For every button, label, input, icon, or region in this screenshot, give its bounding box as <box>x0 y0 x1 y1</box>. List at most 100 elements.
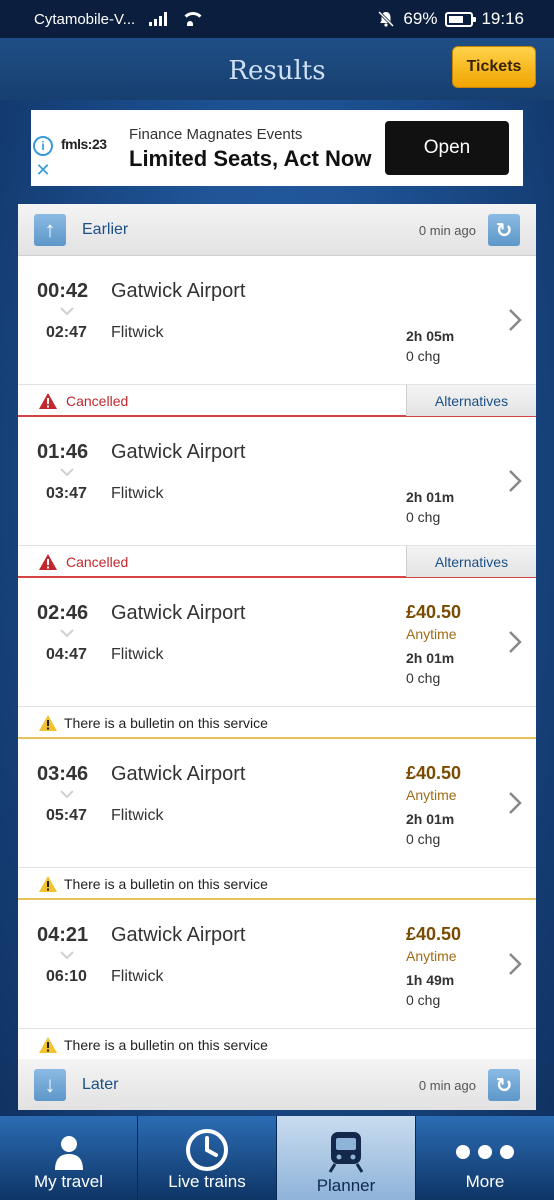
cancelled-status-row: Cancelled Alternatives <box>18 384 536 417</box>
bulletin-status-row[interactable]: There is a bulletin on this service <box>18 706 536 739</box>
later-updated: 0 min ago <box>418 1078 476 1093</box>
arrival-time: 03:47 <box>46 485 87 502</box>
journey-row[interactable]: 02:46 Gatwick Airport 04:47 Flitwick £40.50 A… <box>18 578 536 706</box>
arrow-up-icon[interactable]: ↑ <box>34 214 66 246</box>
cancelled-status-row: Cancelled Alternatives <box>18 545 536 578</box>
warning-icon <box>38 714 58 732</box>
app-header: Results Tickets <box>0 38 554 100</box>
tickets-button[interactable]: Tickets <box>452 46 536 88</box>
status-text: There is a bulletin on this service <box>64 1037 268 1053</box>
tab-live-trains[interactable]: Live trains <box>138 1116 277 1200</box>
chevron-down-icon <box>60 463 74 477</box>
journey-changes: 0 chg <box>406 831 441 847</box>
chevron-down-icon <box>60 302 74 316</box>
signal-icon <box>149 12 168 26</box>
fare-type: Anytime <box>406 626 457 642</box>
journey-changes: 0 chg <box>406 348 441 364</box>
departure-time: 00:42 <box>37 280 89 302</box>
departure-station: Gatwick Airport <box>111 441 246 463</box>
later-bar[interactable]: ↓ Later 0 min ago ↻ <box>18 1059 536 1110</box>
clock-icon <box>186 1129 228 1171</box>
journey-row[interactable]: 00:42 Gatwick Airport 02:47 Flitwick 2h 05m 0… <box>18 256 536 384</box>
departure-station: Gatwick Airport <box>111 602 246 624</box>
ad-headline: Finance Magnates Events <box>129 126 303 143</box>
journey-row[interactable]: 03:46 Gatwick Airport 05:47 Flitwick £40.50 A… <box>18 739 536 867</box>
arrival-station: Flitwick <box>111 646 164 663</box>
chevron-right-icon[interactable] <box>508 630 522 654</box>
panel-edge <box>18 1106 536 1110</box>
departure-station: Gatwick Airport <box>111 763 246 785</box>
fare-type: Anytime <box>406 787 457 803</box>
status-text: There is a bulletin on this service <box>64 715 268 731</box>
tab-label: More <box>465 1172 505 1191</box>
bulletin-status-row[interactable]: There is a bulletin on this service <box>18 867 536 900</box>
journey-duration: 2h 01m <box>406 489 455 505</box>
journey-row[interactable]: 01:46 Gatwick Airport 03:47 Flitwick 2h 01m 0… <box>18 417 536 545</box>
journey-duration: 2h 01m <box>406 811 455 827</box>
arrival-station: Flitwick <box>111 807 164 824</box>
wifi-icon <box>181 12 206 26</box>
journey-duration: 1h 49m <box>406 972 455 988</box>
arrival-station: Flitwick <box>111 485 164 502</box>
battery-icon <box>445 11 477 27</box>
alternatives-button[interactable]: Alternatives <box>406 546 536 577</box>
tab-bar: My travel Live trains Planner More <box>0 1116 554 1200</box>
tab-label: My travel <box>34 1172 103 1191</box>
bulletin-status-row[interactable]: There is a bulletin on this service <box>18 1028 536 1061</box>
arrow-down-icon[interactable]: ↓ <box>34 1069 66 1101</box>
status-text: Cancelled <box>66 393 129 409</box>
journey-changes: 0 chg <box>406 670 441 686</box>
more-dots-icon <box>456 1145 514 1159</box>
later-label[interactable]: Later <box>82 1076 118 1094</box>
arrival-time: 04:47 <box>46 646 87 663</box>
tab-planner[interactable]: Planner <box>277 1116 416 1200</box>
chevron-right-icon[interactable] <box>508 308 522 332</box>
chevron-right-icon[interactable] <box>508 791 522 815</box>
departure-time: 02:46 <box>37 602 89 624</box>
tab-my-travel[interactable]: My travel <box>0 1116 138 1200</box>
status-bar: Cytamobile-V... 69% 19:16 <box>0 0 554 38</box>
ad-tagline: Limited Seats, Act Now <box>129 146 372 171</box>
departure-time: 03:46 <box>37 763 89 785</box>
arrival-time: 02:47 <box>46 324 87 341</box>
journey-changes: 0 chg <box>406 509 441 525</box>
earlier-label[interactable]: Earlier <box>82 221 128 239</box>
arrival-time: 06:10 <box>46 968 87 985</box>
journey-row[interactable]: 04:21 Gatwick Airport 06:10 Flitwick £40.50 A… <box>18 900 536 1028</box>
chevron-right-icon[interactable] <box>508 469 522 493</box>
tab-more[interactable]: More <box>416 1116 554 1200</box>
departure-time: 04:21 <box>37 924 89 946</box>
earlier-updated: 0 min ago <box>418 223 476 238</box>
departure-station: Gatwick Airport <box>111 924 246 946</box>
carrier-name: Cytamobile-V... <box>34 10 136 28</box>
status-text: There is a bulletin on this service <box>64 876 268 892</box>
ad-banner[interactable]: i ✕ fmls:23 Finance Magnates Events Limi… <box>31 110 523 186</box>
status-text: Cancelled <box>66 554 129 570</box>
ad-open-button[interactable]: Open <box>385 121 509 175</box>
arrival-time: 05:47 <box>46 807 87 824</box>
fare-type: Anytime <box>406 948 457 964</box>
fare-price: £40.50 <box>406 924 462 944</box>
chevron-right-icon[interactable] <box>508 952 522 976</box>
tab-label: Live trains <box>168 1172 246 1191</box>
ad-logo: fmls:23 <box>61 136 107 152</box>
bell-muted-icon <box>378 10 395 28</box>
earlier-bar[interactable]: ↑ Earlier 0 min ago ↻ <box>18 204 536 256</box>
departure-station: Gatwick Airport <box>111 280 246 302</box>
train-icon <box>328 1132 364 1173</box>
ad-info-icon[interactable]: i <box>33 136 53 156</box>
chevron-down-icon <box>60 624 74 638</box>
arrival-station: Flitwick <box>111 968 164 985</box>
alternatives-button[interactable]: Alternatives <box>406 385 536 416</box>
warning-icon <box>38 1036 58 1054</box>
close-icon[interactable]: ✕ <box>33 160 53 180</box>
battery-percent: 69% <box>403 9 438 28</box>
fare-price: £40.50 <box>406 602 462 622</box>
warning-icon <box>38 553 58 571</box>
tab-label: Planner <box>316 1176 376 1195</box>
fare-price: £40.50 <box>406 763 462 783</box>
refresh-icon[interactable]: ↻ <box>488 214 520 246</box>
warning-icon <box>38 875 58 893</box>
refresh-icon[interactable]: ↻ <box>488 1069 520 1101</box>
chevron-down-icon <box>60 785 74 799</box>
